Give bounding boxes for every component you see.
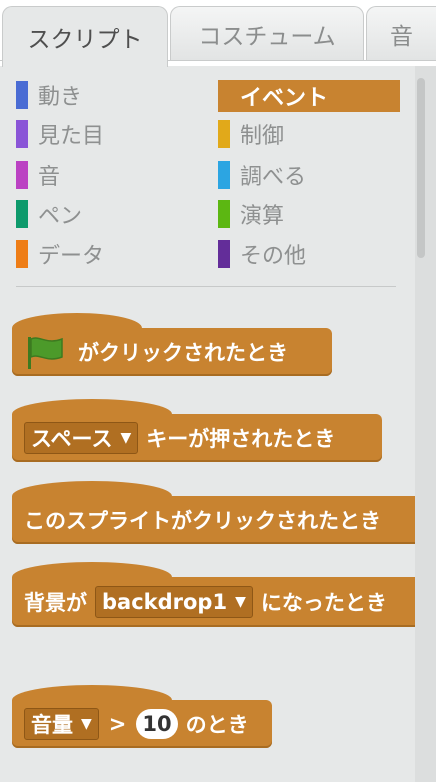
tab-costumes-label: コスチューム (198, 23, 336, 50)
category-color-swatch (16, 120, 28, 148)
category-sound[interactable]: 音 (16, 161, 61, 190)
backdrop-dropdown[interactable]: backdrop1 ▼ (95, 586, 253, 618)
category-color-swatch (218, 161, 230, 189)
tab-costumes[interactable]: コスチューム (170, 6, 364, 60)
when-backdrop-switches-block[interactable]: 背景が backdrop1 ▼ になったとき (12, 577, 415, 627)
sensor-dropdown[interactable]: 音量 ▼ (24, 708, 99, 740)
dropdown-arrow-icon: ▼ (81, 716, 92, 732)
tab-scripts[interactable]: スクリプト (2, 6, 168, 67)
category-label: イベント (240, 86, 329, 111)
threshold-input[interactable]: 10 (136, 709, 178, 739)
block-prefix: 背景が (24, 591, 87, 615)
tab-bar: スクリプト コスチューム 音 (0, 0, 436, 67)
category-color-swatch (218, 120, 230, 148)
when-flag-clicked-block[interactable]: がクリックされたとき (12, 328, 332, 376)
block-label: このスプライトがクリックされたとき (24, 509, 381, 533)
scrollbar-thumb[interactable] (417, 78, 425, 258)
category-control[interactable]: 制御 (218, 120, 285, 149)
when-sensor-greater-block[interactable]: 音量 ▼ > 10 のとき (12, 700, 272, 748)
when-sprite-clicked-block[interactable]: このスプライトがクリックされたとき (12, 496, 415, 544)
category-label: 演算 (240, 204, 285, 229)
greater-than-operator: > (108, 712, 127, 736)
key-dropdown-value: スペース (31, 427, 113, 451)
block-label: がクリックされたとき (78, 341, 288, 365)
category-sensing[interactable]: 調べる (218, 161, 307, 190)
category-color-swatch (218, 200, 230, 228)
tab-sounds-label: 音 (390, 23, 413, 50)
block-label: キーが押されたとき (146, 427, 336, 451)
category-label: 動き (38, 85, 83, 110)
dropdown-arrow-icon: ▼ (235, 594, 246, 610)
category-color-swatch (16, 200, 28, 228)
when-key-pressed-block[interactable]: スペース ▼ キーが押されたとき (12, 414, 382, 462)
category-label: ペン (38, 204, 83, 229)
category-label: 調べる (240, 165, 307, 190)
category-more-blocks[interactable]: その他 (218, 240, 307, 269)
category-color-swatch (16, 240, 28, 268)
category-operators[interactable]: 演算 (218, 200, 285, 229)
category-label: その他 (240, 244, 307, 269)
sensor-dropdown-value: 音量 (31, 713, 73, 737)
green-flag-icon (28, 337, 63, 369)
category-label: 見た目 (38, 124, 105, 149)
category-pen[interactable]: ペン (16, 200, 83, 229)
category-color-swatch (218, 240, 230, 268)
category-events[interactable]: イベント (218, 80, 400, 112)
key-dropdown[interactable]: スペース ▼ (24, 422, 139, 454)
block-label: になったとき (260, 591, 387, 615)
backdrop-dropdown-value: backdrop1 (102, 590, 228, 614)
category-color-swatch (16, 81, 28, 109)
category-data[interactable]: データ (16, 240, 105, 269)
category-label: 制御 (240, 124, 285, 149)
tab-sounds[interactable]: 音 (366, 6, 436, 60)
tab-scripts-label: スクリプト (27, 27, 143, 53)
category-color-swatch (16, 161, 28, 189)
category-looks[interactable]: 見た目 (16, 120, 105, 149)
category-label: 音 (38, 165, 61, 190)
category-label: データ (38, 244, 105, 269)
dropdown-arrow-icon: ▼ (120, 430, 132, 446)
palette-divider (16, 286, 396, 287)
category-motion[interactable]: 動き (16, 81, 83, 110)
block-label: のとき (185, 713, 249, 737)
